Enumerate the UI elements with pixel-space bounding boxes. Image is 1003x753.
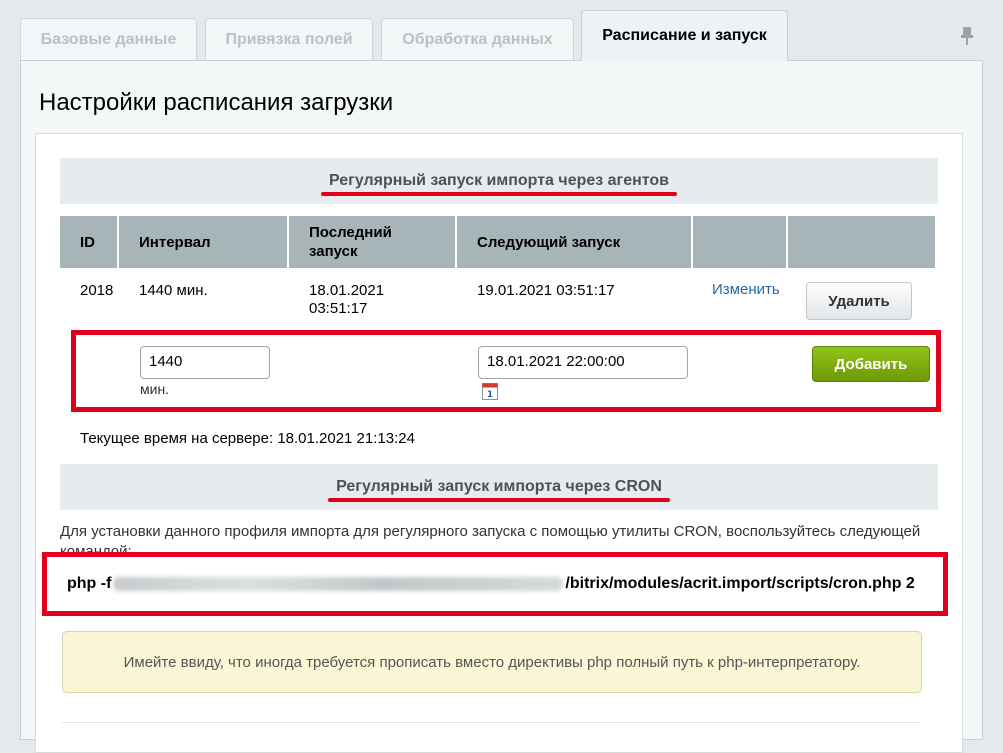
col-header-last-run: Последний запуск <box>289 216 457 268</box>
agents-table-header: ID Интервал Последний запуск Следующий з… <box>60 216 935 268</box>
tab-label: Обработка данных <box>402 30 553 48</box>
schedule-content: Регулярный запуск импорта через агентов … <box>35 133 963 753</box>
tab-bar: Базовые данные Привязка полей Обработка … <box>20 0 1003 61</box>
agents-section-title: Регулярный запуск импорта через агентов <box>320 172 678 196</box>
cron-command: php -f /bitrix/modules/acrit.import/scri… <box>42 552 948 616</box>
cell-id: 2018 <box>80 282 114 299</box>
pin-icon[interactable] <box>959 26 975 46</box>
cell-interval: 1440 мин. <box>139 282 208 299</box>
info-note: Имейте ввиду, что иногда требуется пропи… <box>62 631 922 693</box>
svg-text:1: 1 <box>487 390 493 400</box>
delete-button[interactable]: Удалить <box>806 282 912 320</box>
col-header-next-run: Следующий запуск <box>457 216 693 268</box>
agents-section-title-text: Регулярный запуск импорта через агентов <box>328 172 670 189</box>
add-button[interactable]: Добавить <box>812 346 930 382</box>
col-header-id: ID <box>60 216 119 268</box>
cron-description: Для установки данного профиля импорта дл… <box>60 523 921 554</box>
highlight-underline <box>320 192 678 196</box>
interval-unit: мин. <box>140 381 170 397</box>
tab-basic-data[interactable]: Базовые данные <box>20 18 197 60</box>
server-time: Текущее время на сервере: 18.01.2021 21:… <box>80 430 415 447</box>
command-prefix: php -f <box>67 575 112 592</box>
cell-edit: Изменить <box>693 268 788 323</box>
cell-last-run: 18.01.2021 03:51:17 <box>309 282 385 317</box>
tab-data-processing[interactable]: Обработка данных <box>381 18 574 60</box>
col-header-delete <box>788 216 935 268</box>
tab-label: Привязка полей <box>225 30 353 48</box>
tab-label: Базовые данные <box>40 30 177 48</box>
cron-section-title: Регулярный запуск импорта через CRON <box>328 478 670 502</box>
page-title: Настройки расписания загрузки <box>39 89 394 116</box>
interval-input[interactable]: 1440 <box>140 346 270 379</box>
highlight-underline <box>328 498 670 502</box>
edit-link[interactable]: Изменить <box>712 281 780 298</box>
command-suffix: /bitrix/modules/acrit.import/scripts/cro… <box>565 575 915 592</box>
tab-schedule[interactable]: Расписание и запуск <box>581 10 788 61</box>
redacted-path <box>113 577 564 591</box>
agents-section-header: Регулярный запуск импорта через агентов <box>60 158 938 204</box>
calendar-icon[interactable]: 1 <box>482 382 498 400</box>
next-run-input[interactable]: 18.01.2021 22:00:00 <box>478 346 688 379</box>
col-header-edit <box>693 216 788 268</box>
cron-section-title-text: Регулярный запуск импорта через CRON <box>336 478 662 495</box>
table-row: 2018 1440 мин. 18.01.2021 03:51:17 19.01… <box>60 268 935 323</box>
cron-section-header: Регулярный запуск импорта через CRON <box>60 464 938 510</box>
tab-label: Расписание и запуск <box>602 27 767 44</box>
divider <box>62 722 920 723</box>
tab-field-binding[interactable]: Привязка полей <box>205 18 373 60</box>
col-header-interval: Интервал <box>119 216 289 268</box>
settings-panel: Настройки расписания загрузки Регулярный… <box>20 60 983 753</box>
cell-next-run: 19.01.2021 03:51:17 <box>477 282 615 299</box>
